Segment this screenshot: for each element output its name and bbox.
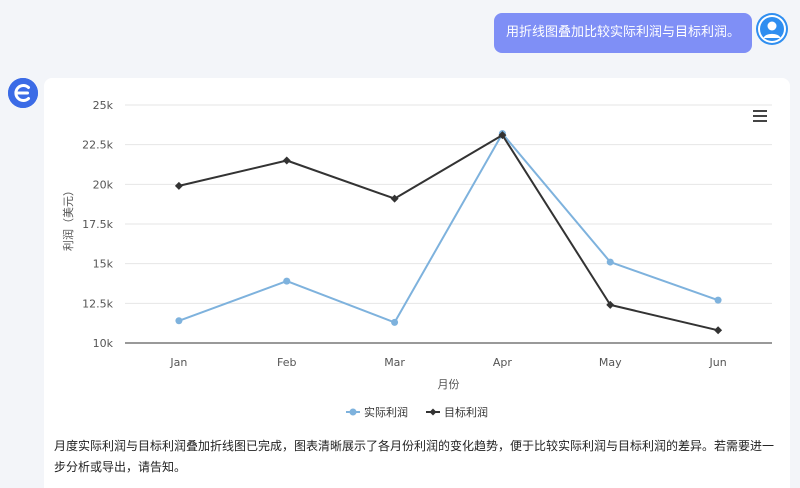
data-point (606, 258, 614, 266)
e-logo-icon (8, 78, 38, 108)
y-axis-title: 利润（美元） (61, 185, 75, 251)
x-tick-label: Mar (384, 356, 405, 369)
y-tick-label: 20k (93, 178, 114, 191)
x-tick-label: Jun (708, 356, 726, 369)
user-icon (756, 13, 788, 45)
y-tick-label: 25k (93, 99, 114, 112)
data-point (714, 296, 722, 304)
x-tick-label: Apr (493, 356, 513, 369)
line-chart: 10k 12.5k 15k 17.5k 20k 22.5k 25k Jan Feb Mar Apr M… (61, 99, 772, 419)
series-line (178, 134, 719, 332)
summary-text: 月度实际利润与目标利润叠加折线图已完成，图表清晰展示了各月份利润的变化趋势，便于… (54, 439, 775, 474)
data-point (282, 156, 291, 165)
y-tick-label: 15k (93, 258, 114, 271)
assistant-response-card: 10k 12.5k 15k 17.5k 20k 22.5k 25k Jan Feb Mar Apr M… (44, 78, 790, 488)
y-tick-label: 22.5k (82, 139, 113, 152)
chat-page: 用折线图叠加比较实际利润与目标利润。 10k 12.5k 15k 17.5k 20k 22… (0, 0, 800, 488)
legend-label: 目标利润 (444, 405, 488, 419)
x-tick-label: Jan (169, 356, 187, 369)
legend-marker (429, 408, 437, 416)
hamburger-menu-icon[interactable] (748, 106, 772, 126)
data-point (714, 326, 723, 335)
x-tick-label: May (599, 356, 622, 369)
x-tick-label: Feb (277, 356, 296, 369)
data-point (175, 317, 183, 325)
series-line (178, 132, 719, 324)
legend-label: 实际利润 (364, 405, 408, 419)
y-tick-label: 10k (93, 337, 114, 350)
x-axis-title: 月份 (438, 378, 460, 391)
data-point (391, 318, 399, 326)
legend-marker (349, 408, 357, 416)
user-message-bubble: 用折线图叠加比较实际利润与目标利润。 (493, 13, 752, 53)
data-point (174, 181, 183, 190)
y-tick-label: 17.5k (82, 218, 113, 231)
data-point (283, 277, 291, 285)
y-tick-label: 12.5k (82, 297, 113, 310)
